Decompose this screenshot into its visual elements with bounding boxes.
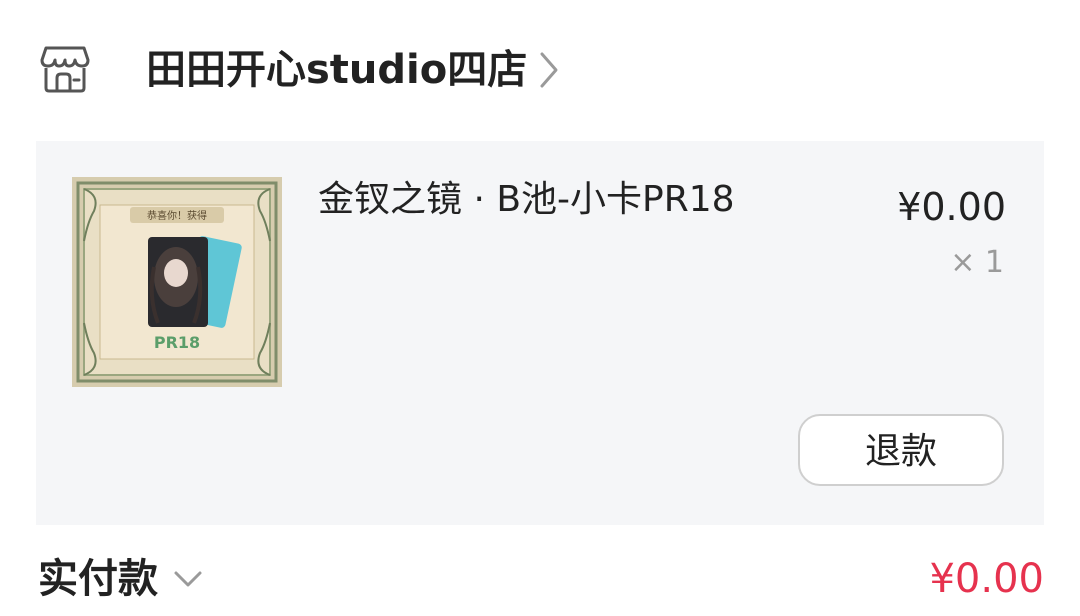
shop-name[interactable]: 田田开心studio四店 bbox=[146, 44, 527, 96]
product-quantity: × 1 bbox=[950, 245, 1004, 280]
paid-label: 实付款 bbox=[38, 556, 158, 602]
shop-header[interactable]: 田田开心studio四店 bbox=[0, 0, 1080, 140]
product-price: ¥0.00 bbox=[897, 185, 1006, 229]
refund-button[interactable]: 退款 bbox=[798, 414, 1004, 486]
thumbnail-banner: 恭喜你！获得 bbox=[147, 209, 207, 222]
order-item-card[interactable]: 恭喜你！获得 PR18 金钗之镜 · B池-小卡PR18 ¥0.00 × 1 退… bbox=[36, 141, 1044, 525]
thumbnail-card-code: PR18 bbox=[154, 333, 200, 352]
store-icon bbox=[40, 46, 90, 93]
paid-amount: ¥0.00 bbox=[929, 556, 1044, 602]
payment-summary: 实付款 ¥0.00 bbox=[0, 540, 1080, 616]
chevron-down-icon[interactable] bbox=[172, 568, 204, 590]
product-thumbnail[interactable]: 恭喜你！获得 PR18 bbox=[72, 177, 282, 387]
chevron-right-icon[interactable] bbox=[536, 50, 562, 90]
product-title[interactable]: 金钗之镜 · B池-小卡PR18 bbox=[318, 177, 735, 223]
